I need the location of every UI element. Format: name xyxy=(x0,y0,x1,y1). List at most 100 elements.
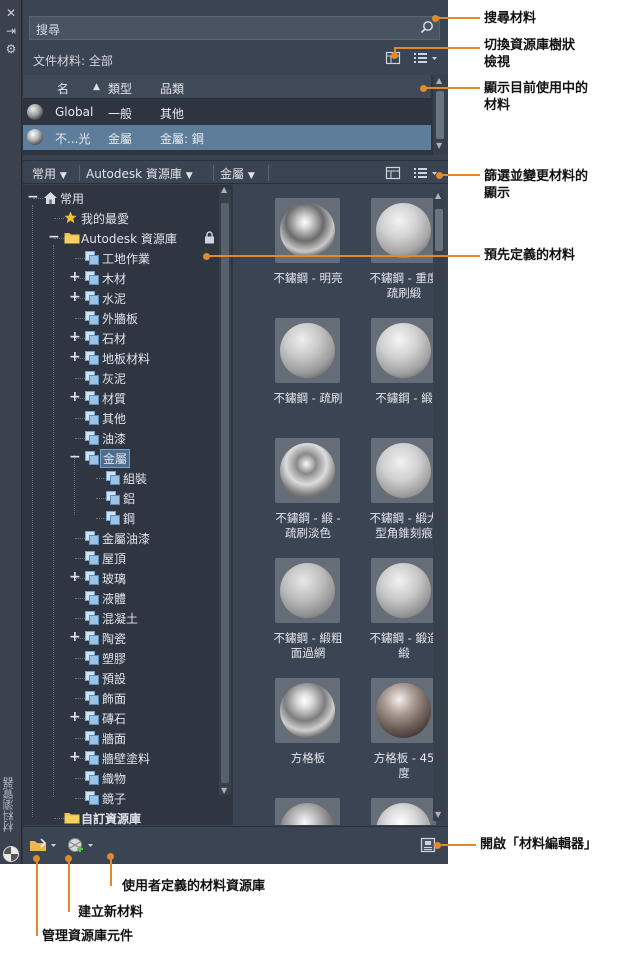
tree-node-category[interactable]: + 陶瓷 xyxy=(23,629,219,647)
material-swatch[interactable] xyxy=(275,558,340,623)
material-swatch[interactable] xyxy=(371,318,436,383)
tree-node-category[interactable]: 織物 xyxy=(23,769,219,787)
expand-icon[interactable]: + xyxy=(69,269,81,285)
tree-node-category[interactable]: + 木材 xyxy=(23,269,219,287)
material-swatch[interactable] xyxy=(371,198,436,263)
table-row[interactable]: Global 一般 其他 xyxy=(23,100,431,125)
sort-ascending-icon[interactable]: ▲ xyxy=(93,82,100,92)
tree-node-category[interactable]: 油漆 xyxy=(23,429,219,447)
tree-node-category[interactable]: 預設 xyxy=(23,669,219,687)
tree-node-custom-library[interactable]: 自訂資源庫 xyxy=(23,809,219,825)
material-swatch[interactable] xyxy=(275,798,340,825)
search-box[interactable]: 搜尋 xyxy=(29,16,440,40)
category-icon xyxy=(85,331,99,345)
material-swatch[interactable] xyxy=(371,438,436,503)
scroll-down-icon[interactable]: ▼ xyxy=(436,141,442,150)
scroll-up-icon[interactable]: ▲ xyxy=(436,76,442,85)
column-name[interactable]: 名 xyxy=(57,80,69,97)
tree-node-category[interactable]: + 材質 xyxy=(23,389,219,407)
search-icon[interactable] xyxy=(420,20,434,34)
tree-node-category[interactable]: 其他 xyxy=(23,409,219,427)
properties-icon[interactable]: ⚙ xyxy=(4,42,18,56)
tree-node-category[interactable]: 屋頂 xyxy=(23,549,219,567)
column-category[interactable]: 品類 xyxy=(160,80,184,97)
tree-node-category[interactable]: 鏡子 xyxy=(23,789,219,807)
close-icon[interactable]: ✕ xyxy=(4,6,18,20)
tree-node-category[interactable]: 外牆板 xyxy=(23,309,219,327)
table-row-selected[interactable]: 不...光 金屬 金屬: 鋼 xyxy=(23,125,431,150)
scroll-down-icon[interactable]: ▼ xyxy=(221,786,227,795)
manage-library-icon[interactable] xyxy=(29,837,59,853)
material-swatch[interactable] xyxy=(275,678,340,743)
scroll-down-icon[interactable]: ▼ xyxy=(435,810,441,819)
material-category: 金屬: 鋼 xyxy=(160,132,204,146)
material-swatch[interactable] xyxy=(371,678,436,743)
auto-hide-icon[interactable]: ⇥ xyxy=(4,24,18,38)
material-swatch[interactable] xyxy=(371,798,436,825)
expand-icon[interactable]: + xyxy=(69,569,81,585)
material-swatch[interactable] xyxy=(275,438,340,503)
tree-node-category[interactable]: 牆面 xyxy=(23,729,219,747)
tree-node-category[interactable]: 飾面 xyxy=(23,689,219,707)
scrollbar-thumb[interactable] xyxy=(221,203,229,783)
category-icon xyxy=(85,551,99,565)
library-view-options-icon[interactable] xyxy=(413,165,439,181)
doc-list-options-icon[interactable] xyxy=(413,50,439,66)
tree-node-autodesk-library[interactable]: − Autodesk 資源庫 xyxy=(23,229,219,247)
expand-icon[interactable]: + xyxy=(69,329,81,345)
star-icon xyxy=(64,211,77,224)
tree-node-category[interactable]: + 石材 xyxy=(23,329,219,347)
category-icon xyxy=(85,691,99,705)
category-icon xyxy=(85,751,99,765)
expand-icon[interactable]: + xyxy=(69,289,81,305)
scroll-up-icon[interactable]: ▲ xyxy=(221,185,227,194)
tree-node-category[interactable]: + 地板材料 xyxy=(23,349,219,367)
expand-icon[interactable]: + xyxy=(69,749,81,765)
column-type[interactable]: 類型 xyxy=(108,80,132,97)
category-icon xyxy=(85,611,99,625)
tree-node-subcategory[interactable]: 鋼 xyxy=(23,509,219,527)
collapse-icon[interactable]: − xyxy=(27,189,39,205)
tree-node-category[interactable]: + 水泥 xyxy=(23,289,219,307)
tree-label: 油漆 xyxy=(102,432,127,446)
palette-title-bar[interactable]: ✕ ⇥ ⚙ 材料瀏覽器 xyxy=(0,0,22,864)
tree-node-subcategory[interactable]: 組裝 xyxy=(23,469,219,487)
material-swatch[interactable] xyxy=(275,198,340,263)
grid-scrollbar[interactable]: ▲ ▼ xyxy=(433,189,445,821)
collapse-icon[interactable]: − xyxy=(48,229,60,245)
tree-node-home[interactable]: − 常用 xyxy=(23,189,219,207)
expand-icon[interactable]: + xyxy=(69,709,81,725)
home-dropdown[interactable]: 常用 ▼ xyxy=(32,165,67,182)
category-dropdown[interactable]: 金屬 ▼ xyxy=(220,165,255,182)
library-tree-toggle-icon[interactable] xyxy=(385,165,401,181)
tree-scrollbar[interactable]: ▲ ▼ xyxy=(219,185,231,795)
tree-node-metal-selected[interactable]: − 金屬 xyxy=(23,449,219,468)
tree-node-category[interactable]: + 玻璃 xyxy=(23,569,219,587)
category-icon xyxy=(85,531,99,545)
expand-icon[interactable]: + xyxy=(69,349,81,365)
search-input[interactable]: 搜尋 xyxy=(36,21,60,38)
tree-node-favorites[interactable]: 我的最愛 xyxy=(23,209,219,227)
tree-node-category[interactable]: 灰泥 xyxy=(23,369,219,387)
category-icon xyxy=(85,771,99,785)
scroll-up-icon[interactable]: ▲ xyxy=(435,191,441,200)
collapse-icon[interactable]: − xyxy=(69,449,81,465)
library-dropdown[interactable]: Autodesk 資源庫 ▼ xyxy=(86,165,193,182)
expand-icon[interactable]: + xyxy=(69,389,81,405)
tree-node-category[interactable]: 塑膠 xyxy=(23,649,219,667)
tree-node-category[interactable]: 混凝土 xyxy=(23,609,219,627)
tree-node-category[interactable]: 工地作業 xyxy=(23,249,219,267)
tree-node-category[interactable]: + 磚石 xyxy=(23,709,219,727)
tree-label: 灰泥 xyxy=(102,372,127,386)
tree-node-subcategory[interactable]: 鋁 xyxy=(23,489,219,507)
tree-node-category[interactable]: 液體 xyxy=(23,589,219,607)
tree-node-category[interactable]: 金屬油漆 xyxy=(23,529,219,547)
create-material-icon[interactable] xyxy=(67,837,97,853)
tree-node-category[interactable]: + 牆壁塗料 xyxy=(23,749,219,767)
material-swatch[interactable] xyxy=(371,558,436,623)
scrollbar-thumb[interactable] xyxy=(436,91,444,139)
expand-icon[interactable]: + xyxy=(69,629,81,645)
material-swatch[interactable] xyxy=(275,318,340,383)
bottom-toolbar xyxy=(23,826,448,864)
scrollbar-thumb[interactable] xyxy=(435,209,443,251)
